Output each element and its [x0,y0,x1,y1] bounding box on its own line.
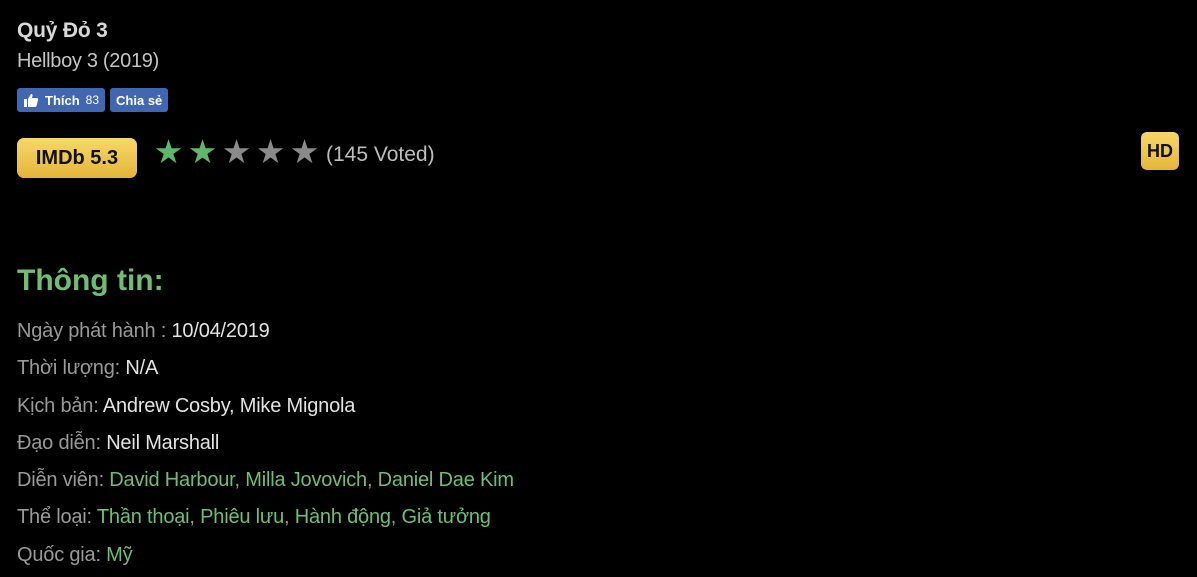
cast-label: Diễn viên: [17,469,110,492]
info-heading: Thông tin: [17,264,164,297]
like-count: 83 [85,93,100,107]
genre-link[interactable]: Giả tưởng [402,506,491,528]
thumbs-up-icon [23,92,39,108]
writers-value: Andrew Cosby, Mike Mignola [102,394,356,417]
cast-link[interactable]: Milla Jovovich [245,469,367,491]
duration-label: Thời lượng: [17,357,126,380]
info-row-country: Quốc gia: Mỹ [17,540,514,577]
movie-original-title: Hellboy 3 (2019) [17,50,159,72]
movie-title: Quỷ Đỏ 3 [17,19,108,42]
info-row-writers: Kịch bản: Andrew Cosby, Mike Mignola [17,391,514,428]
star-rating[interactable]: ★ ★ ★ ★ ★ [152,134,321,170]
info-row-duration: Thời lượng: N/A [17,353,514,390]
country-label: Quốc gia: [17,543,107,566]
writers-label: Kịch bản: [17,394,103,417]
facebook-share-button[interactable]: Chia sẻ [110,88,169,112]
vote-count: (145 Voted) [326,143,435,166]
info-row-release: Ngày phát hành : 10/04/2019 [17,316,514,353]
genre-link[interactable]: Phiêu lưu [200,506,284,528]
release-date-label: Ngày phát hành : [17,320,172,342]
star-empty-icon[interactable]: ★ [288,134,321,170]
like-label: Thích [45,92,80,108]
star-filled-icon[interactable]: ★ [186,134,219,170]
info-row-director: Đạo diễn: Neil Marshall [17,428,514,465]
cast-link[interactable]: Daniel Dae Kim [378,469,514,491]
info-row-cast: Diễn viên: David Harbour, Milla Jovovich… [17,469,514,492]
cast-link[interactable]: David Harbour [109,469,234,491]
social-buttons: Thích 83 Chia sẻ [17,88,169,112]
genre-link[interactable]: Thần thoại [97,506,190,528]
release-date-value: 10/04/2019 [171,320,270,342]
genre-link[interactable]: Hành động [295,506,391,528]
duration-value: N/A [125,357,159,380]
star-empty-icon[interactable]: ★ [254,134,287,170]
genres-label: Thể loại: [17,506,97,529]
country-link[interactable]: Mỹ [106,544,132,566]
star-filled-icon[interactable]: ★ [152,134,185,170]
star-empty-icon[interactable]: ★ [220,134,253,170]
imdb-rating-badge: IMDb 5.3 [17,138,137,178]
director-label: Đạo diễn: [17,431,107,454]
movie-info-list: Ngày phát hành : 10/04/2019 Thời lượng: … [17,316,514,577]
info-row-genres: Thể loại: Thần thoại, Phiêu lưu, Hành độ… [17,506,491,529]
facebook-like-button[interactable]: Thích 83 [17,88,106,112]
quality-badge: HD [1141,132,1179,170]
director-value: Neil Marshall [106,431,220,454]
